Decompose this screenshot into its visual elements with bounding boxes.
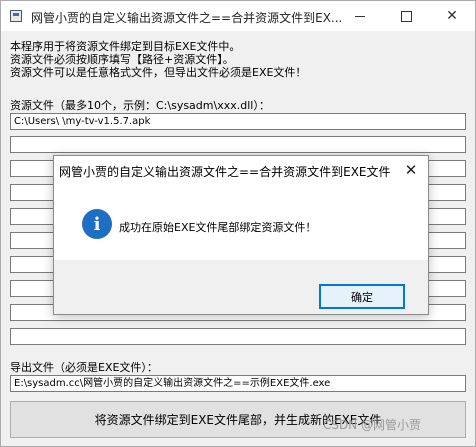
instruction-line: 本程序用于将资源文件绑定到目标EXE文件中。 [10, 40, 241, 53]
maximize-button[interactable] [383, 1, 429, 31]
close-icon: ✕ [404, 161, 418, 179]
window-title: 网管小贾的自定义输出资源文件之==合并资源文件到EX... [31, 11, 341, 25]
information-icon: i [82, 209, 112, 239]
minimize-icon [355, 15, 365, 17]
resource-field-2[interactable] [10, 136, 466, 153]
minimize-button[interactable] [337, 1, 383, 31]
resource-files-label: 资源文件（最多10个，示例：C:\sysadm\xxx.dll）： [10, 99, 270, 112]
instruction-line: 资源文件必须按顺序填写【路径+资源文件】。 [10, 53, 234, 66]
ok-button[interactable]: 确定 [319, 284, 405, 309]
instructions: 本程序用于将资源文件绑定到目标EXE文件中。 资源文件必须按顺序填写【路径+资源… [10, 40, 306, 79]
maximize-icon [400, 10, 412, 22]
watermark: CSDN @网管小贾 [323, 418, 422, 432]
resource-field-1[interactable]: C:\Users\ \my-tv-v1.5.7.apk [10, 113, 466, 130]
resource-field-10[interactable] [10, 328, 466, 345]
app-icon [10, 10, 22, 22]
dialog-close-button[interactable]: ✕ [394, 156, 428, 184]
main-window: 网管小贾的自定义输出资源文件之==合并资源文件到EX... ✕ 本程序用于将资源… [0, 0, 476, 447]
title-bar[interactable]: 网管小贾的自定义输出资源文件之==合并资源文件到EX... ✕ [1, 1, 475, 31]
export-file-field[interactable]: E:\sysadm.cc\网管小贾的自定义输出资源文件之==示例EXE文件.ex… [10, 375, 466, 392]
close-icon: ✕ [446, 8, 458, 24]
dialog-title: 网管小贾的自定义输出资源文件之==合并资源文件到EXE文件 [59, 165, 391, 179]
dialog-message: 成功在原始EXE文件尾部绑定资源文件！ [119, 221, 317, 234]
instruction-line: 资源文件可以是任意格式文件，但导出文件必须是EXE文件！ [10, 66, 307, 79]
export-file-label: 导出文件（必须是EXE文件）： [10, 361, 158, 374]
ok-button-label: 确定 [351, 290, 373, 304]
dialog-body: i 成功在原始EXE文件尾部绑定资源文件！ [54, 184, 428, 260]
close-button[interactable]: ✕ [429, 1, 475, 31]
message-dialog: 网管小贾的自定义输出资源文件之==合并资源文件到EXE文件 ✕ i 成功在原始E… [53, 155, 429, 315]
dialog-footer: 确定 [54, 260, 428, 314]
